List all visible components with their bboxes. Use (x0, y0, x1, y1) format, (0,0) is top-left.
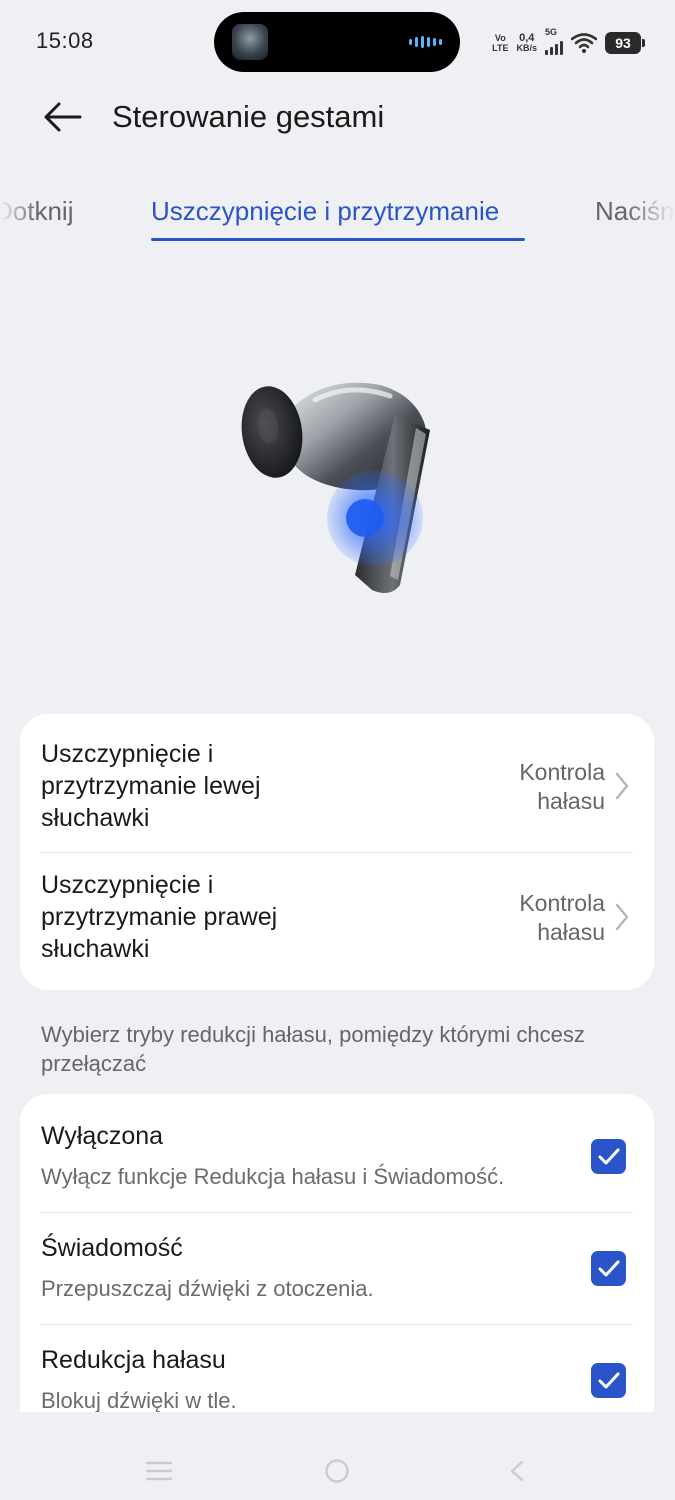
speed-value: 0,4 (519, 32, 535, 44)
mode-off-checkbox[interactable] (591, 1139, 626, 1174)
checkmark-icon (598, 1148, 619, 1164)
arrow-left-icon (44, 102, 82, 132)
status-bar: 15:08 Vo LTE 0,4 KB/s 5G 93 (0, 0, 675, 84)
mode-description: Blokuj dźwięki w tle. (41, 1388, 237, 1413)
gesture-label-left: Uszczypnięcie i przytrzymanie lewej słuc… (41, 740, 261, 832)
tab-fade-right (625, 190, 675, 250)
gesture-row-right[interactable]: Uszczypnięcie i przytrzymanie prawej słu… (20, 852, 654, 990)
wifi-icon (571, 33, 597, 53)
nav-menu-button[interactable] (142, 1454, 176, 1488)
mode-title: Świadomość (41, 1234, 183, 1262)
gesture-label-right: Uszczypnięcie i przytrzymanie prawej słu… (41, 871, 278, 963)
tab-uszczypniecie[interactable]: Uszczypnięcie i przytrzymanie (151, 196, 499, 227)
checkmark-icon (598, 1372, 619, 1388)
status-icons: Vo LTE 0,4 KB/s 5G 93 (492, 27, 645, 58)
checkmark-icon (598, 1260, 619, 1276)
active-tab-indicator (151, 238, 525, 241)
mode-row-awareness[interactable]: Świadomość Przepuszczaj dźwięki z otocze… (20, 1206, 654, 1318)
gesture-row-left[interactable]: Uszczypnięcie i przytrzymanie lewej słuc… (20, 714, 654, 852)
page-title: Sterowanie gestami (112, 99, 385, 134)
lte-label: LTE (492, 43, 509, 53)
mode-awareness-checkbox[interactable] (591, 1251, 626, 1286)
mode-description: Przepuszczaj dźwięki z otoczenia. (41, 1276, 374, 1301)
home-circle-icon (325, 1459, 349, 1483)
speed-unit: KB/s (516, 43, 537, 53)
battery-indicator: 93 (605, 32, 645, 54)
back-button[interactable] (34, 94, 90, 140)
network-type: 5G (545, 27, 558, 37)
media-thumbnail (232, 24, 268, 60)
signal-indicator: 5G (545, 27, 563, 55)
nav-back-button[interactable] (500, 1454, 534, 1488)
chevron-right-icon (615, 772, 629, 800)
gesture-value-right: Kontrola hałasu (519, 890, 605, 945)
modes-hint: Wybierz tryby redukcji hałasu, pomiędzy … (41, 1022, 585, 1076)
menu-icon (145, 1461, 173, 1481)
mode-row-off[interactable]: Wyłączona Wyłącz funkcje Redukcja hałasu… (20, 1094, 654, 1206)
signal-bars-icon (545, 39, 563, 55)
screen: 15:08 Vo LTE 0,4 KB/s 5G 93 Sterowanie g… (0, 0, 675, 1500)
tab-bar: Dotknij Uszczypnięcie i przytrzymanie Na… (0, 190, 675, 250)
system-nav-bar (0, 1412, 675, 1500)
chevron-right-icon (615, 903, 629, 931)
back-triangle-icon (510, 1460, 524, 1482)
volte-label: Vo (494, 33, 506, 43)
volte-indicator: Vo LTE (492, 33, 508, 53)
dynamic-island[interactable] (214, 12, 460, 72)
earbud-illustration (241, 382, 430, 594)
mode-anc-checkbox[interactable] (591, 1363, 626, 1398)
mode-title: Redukcja hałasu (41, 1346, 226, 1374)
tab-fade-left (0, 190, 38, 250)
mode-description: Wyłącz funkcje Redukcja hałasu i Świadom… (41, 1164, 505, 1189)
audio-wave-icon (409, 36, 442, 48)
gesture-settings-card: Uszczypnięcie i przytrzymanie lewej słuc… (20, 714, 654, 990)
noise-modes-card: Wyłączona Wyłącz funkcje Redukcja hałasu… (20, 1094, 654, 1434)
header: Sterowanie gestami (0, 84, 675, 154)
status-time: 15:08 (36, 28, 94, 53)
gesture-value-left: Kontrola hałasu (519, 759, 605, 814)
mode-title: Wyłączona (41, 1122, 164, 1150)
nav-home-button[interactable] (320, 1454, 354, 1488)
network-speed: 0,4 KB/s (516, 32, 537, 54)
